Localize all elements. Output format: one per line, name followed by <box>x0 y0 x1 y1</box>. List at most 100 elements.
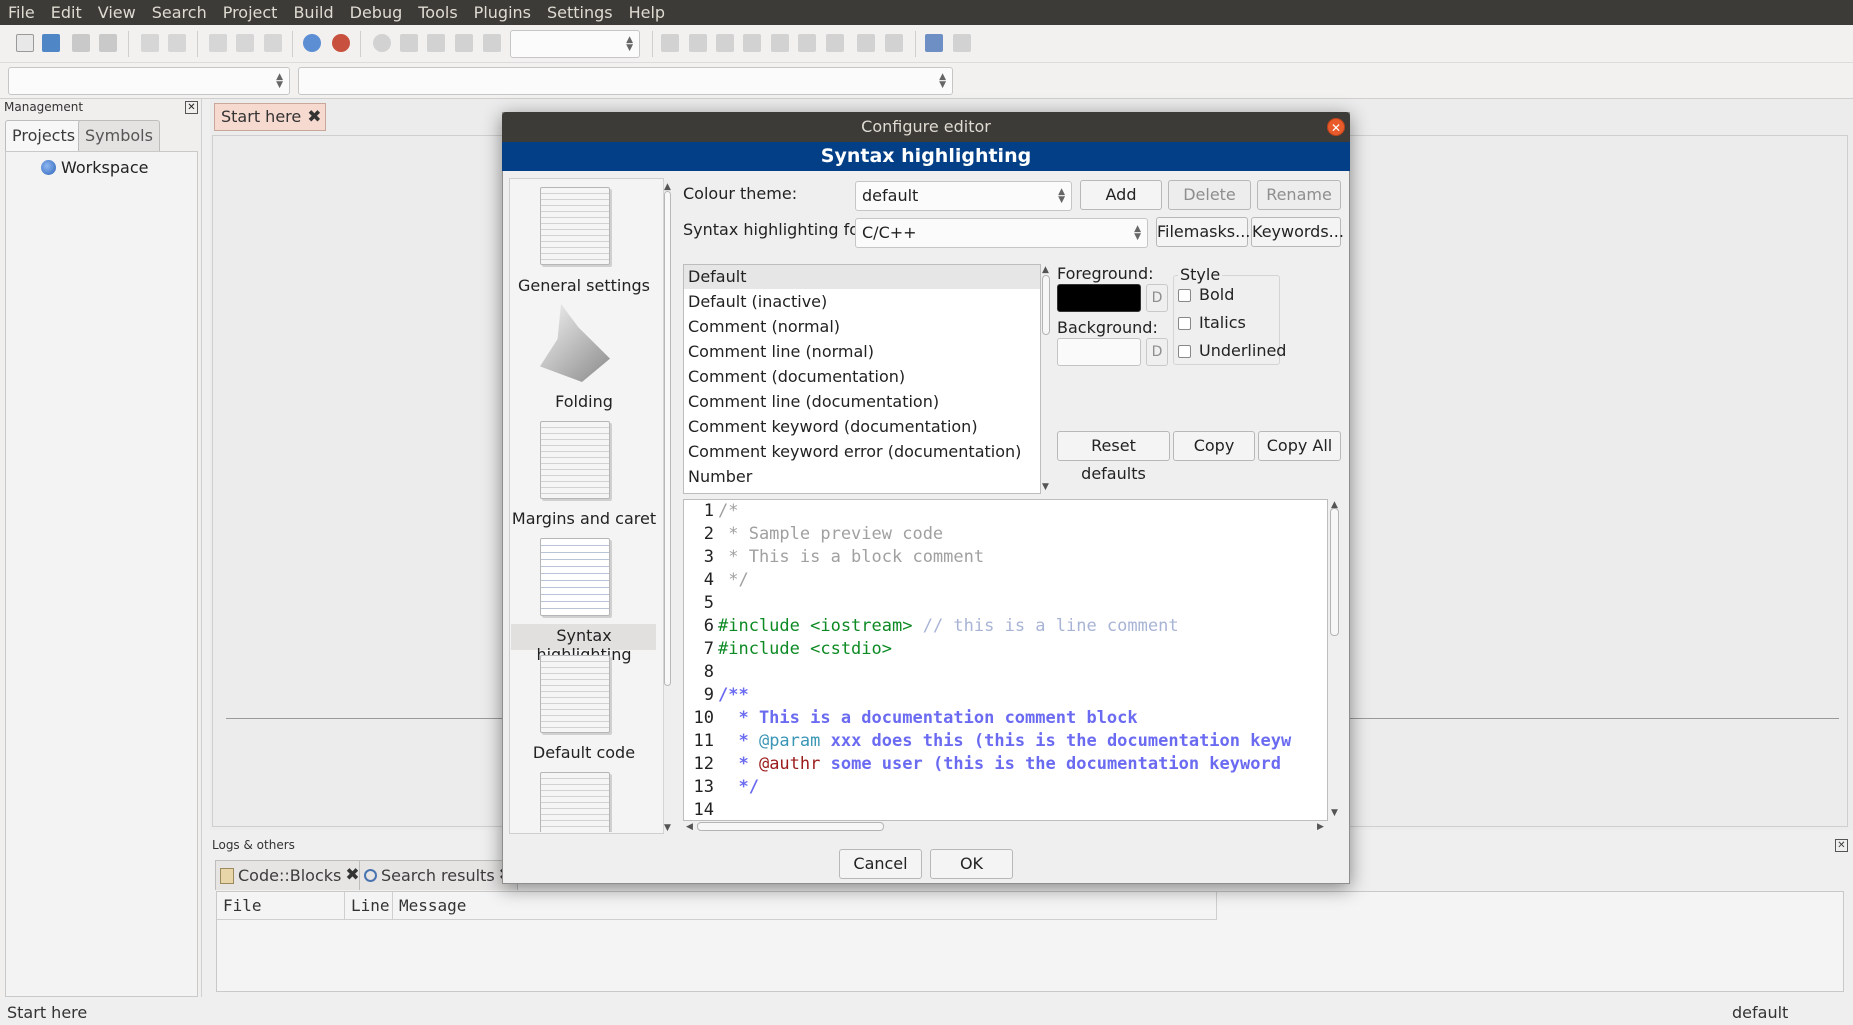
debug-windows-icon[interactable] <box>925 34 943 52</box>
scroll-up-icon[interactable]: ▲ <box>1042 265 1049 275</box>
menu-search[interactable]: Search <box>144 0 215 25</box>
copy-icon[interactable] <box>236 34 254 52</box>
undo-icon[interactable] <box>141 34 159 52</box>
style-item[interactable]: Default <box>688 267 746 286</box>
code-preview[interactable]: 1 2 3 4 5 6 7 8 9 10 11 12 13 14 /* * Sa… <box>683 499 1328 821</box>
style-item[interactable]: Comment (documentation) <box>688 367 905 386</box>
category-folding[interactable]: Folding <box>509 300 659 415</box>
tab-search-results[interactable]: Search results ✖ <box>359 860 518 890</box>
close-log-tab-icon[interactable]: ✖ <box>345 861 359 890</box>
background-default-button[interactable]: D <box>1146 338 1168 366</box>
new-file-icon[interactable] <box>16 34 34 52</box>
abort-icon[interactable] <box>483 34 501 52</box>
logs-close-icon[interactable]: ✕ <box>1835 839 1848 852</box>
cut-icon[interactable] <box>209 34 227 52</box>
style-item[interactable]: Number <box>688 467 752 486</box>
bold-checkbox[interactable] <box>1178 289 1191 302</box>
next-instruction-icon[interactable] <box>798 34 816 52</box>
foreground-default-button[interactable]: D <box>1146 284 1168 312</box>
category-margins-and-caret[interactable]: Margins and caret <box>509 417 659 532</box>
scroll-down-icon[interactable]: ▼ <box>1331 808 1338 818</box>
menu-edit[interactable]: Edit <box>43 0 90 25</box>
menu-plugins[interactable]: Plugins <box>466 0 539 25</box>
colour-theme-select[interactable]: default ▲ ▼ <box>855 181 1072 211</box>
category-scroll-thumb[interactable] <box>664 191 671 686</box>
col-line[interactable]: Line <box>345 892 393 920</box>
preview-horizontal-scroll-thumb[interactable] <box>697 822 884 831</box>
menu-file[interactable]: File <box>0 0 43 25</box>
background-color-button[interactable] <box>1057 338 1141 366</box>
debug-continue-icon[interactable] <box>661 34 679 52</box>
category-syntax-highlighting[interactable]: Syntax highlighting <box>509 534 659 664</box>
run-icon[interactable] <box>400 34 418 52</box>
copy-all-button[interactable]: Copy All <box>1258 431 1341 461</box>
function-select[interactable]: ▲ ▼ <box>298 67 953 95</box>
copy-button[interactable]: Copy <box>1173 431 1255 461</box>
ok-button[interactable]: OK <box>930 849 1013 879</box>
step-instruction-icon[interactable] <box>826 34 844 52</box>
run-to-cursor-icon[interactable] <box>689 34 707 52</box>
stop-debug-icon[interactable] <box>885 34 903 52</box>
scope-select[interactable]: ▲ ▼ <box>8 67 290 95</box>
syntax-language-select[interactable]: C/C++ ▲ ▼ <box>855 218 1148 248</box>
scroll-down-icon[interactable]: ▼ <box>664 823 671 833</box>
scroll-right-icon[interactable]: ▶ <box>1317 822 1324 832</box>
save-all-icon[interactable] <box>99 34 117 52</box>
tab-projects[interactable]: Projects <box>5 120 83 151</box>
step-into-icon[interactable] <box>743 34 761 52</box>
scroll-down-icon[interactable]: ▼ <box>1042 482 1049 492</box>
col-file[interactable]: File <box>217 892 345 920</box>
open-file-icon[interactable] <box>42 34 60 52</box>
delete-theme-button[interactable]: Delete <box>1168 180 1251 210</box>
keywords-button[interactable]: Keywords... <box>1251 217 1344 247</box>
save-icon[interactable] <box>72 34 90 52</box>
reset-defaults-button[interactable]: Reset defaults <box>1057 431 1170 483</box>
category-default-code[interactable]: Default code <box>509 651 659 766</box>
menu-tools[interactable]: Tools <box>410 0 465 25</box>
filemasks-button[interactable]: Filemasks... <box>1156 217 1250 247</box>
style-item[interactable]: Comment keyword error (documentation) <box>688 442 1021 461</box>
build-target-select[interactable]: ▲ ▼ <box>510 30 640 58</box>
menu-debug[interactable]: Debug <box>342 0 411 25</box>
scroll-left-icon[interactable]: ◀ <box>686 822 693 832</box>
replace-icon[interactable] <box>332 34 350 52</box>
col-message[interactable]: Message <box>393 892 1217 920</box>
next-line-icon[interactable] <box>716 34 734 52</box>
menu-view[interactable]: View <box>90 0 144 25</box>
scroll-up-icon[interactable]: ▲ <box>664 182 671 192</box>
cancel-button[interactable]: Cancel <box>839 849 922 879</box>
pause-icon[interactable] <box>857 34 875 52</box>
debug-info-icon[interactable] <box>953 34 971 52</box>
build-run-icon[interactable] <box>427 34 445 52</box>
menu-help[interactable]: Help <box>621 0 673 25</box>
tab-codeblocks-log[interactable]: Code::Blocks ✖ <box>215 860 365 890</box>
rename-theme-button[interactable]: Rename <box>1257 180 1341 210</box>
style-item[interactable]: Default (inactive) <box>688 292 827 311</box>
style-item[interactable]: Comment line (documentation) <box>688 392 939 411</box>
foreground-color-button[interactable] <box>1057 284 1141 312</box>
tab-symbols[interactable]: Symbols <box>78 120 160 151</box>
workspace-item[interactable]: Workspace <box>61 158 148 177</box>
preview-vertical-scroll-thumb[interactable] <box>1330 508 1339 636</box>
underlined-checkbox[interactable] <box>1178 345 1191 358</box>
category-more[interactable] <box>509 768 659 832</box>
paste-icon[interactable] <box>264 34 282 52</box>
find-icon[interactable] <box>303 34 321 52</box>
build-gear-icon[interactable] <box>373 34 391 52</box>
menu-build[interactable]: Build <box>285 0 341 25</box>
close-tab-icon[interactable]: ✖ <box>307 104 321 130</box>
add-theme-button[interactable]: Add <box>1080 180 1162 210</box>
style-item[interactable]: Comment (normal) <box>688 317 840 336</box>
menu-project[interactable]: Project <box>215 0 286 25</box>
scroll-up-icon[interactable]: ▲ <box>1331 500 1338 510</box>
style-item[interactable]: Comment line (normal) <box>688 342 874 361</box>
redo-icon[interactable] <box>168 34 186 52</box>
step-out-icon[interactable] <box>771 34 789 52</box>
style-item[interactable]: Comment keyword (documentation) <box>688 417 978 436</box>
style-list-scroll-thumb[interactable] <box>1042 275 1050 335</box>
italics-checkbox[interactable] <box>1178 317 1191 330</box>
management-close-icon[interactable]: ✕ <box>185 101 198 114</box>
category-general-settings[interactable]: General settings <box>509 183 659 298</box>
menu-settings[interactable]: Settings <box>539 0 621 25</box>
dialog-close-icon[interactable]: ✕ <box>1327 118 1345 136</box>
